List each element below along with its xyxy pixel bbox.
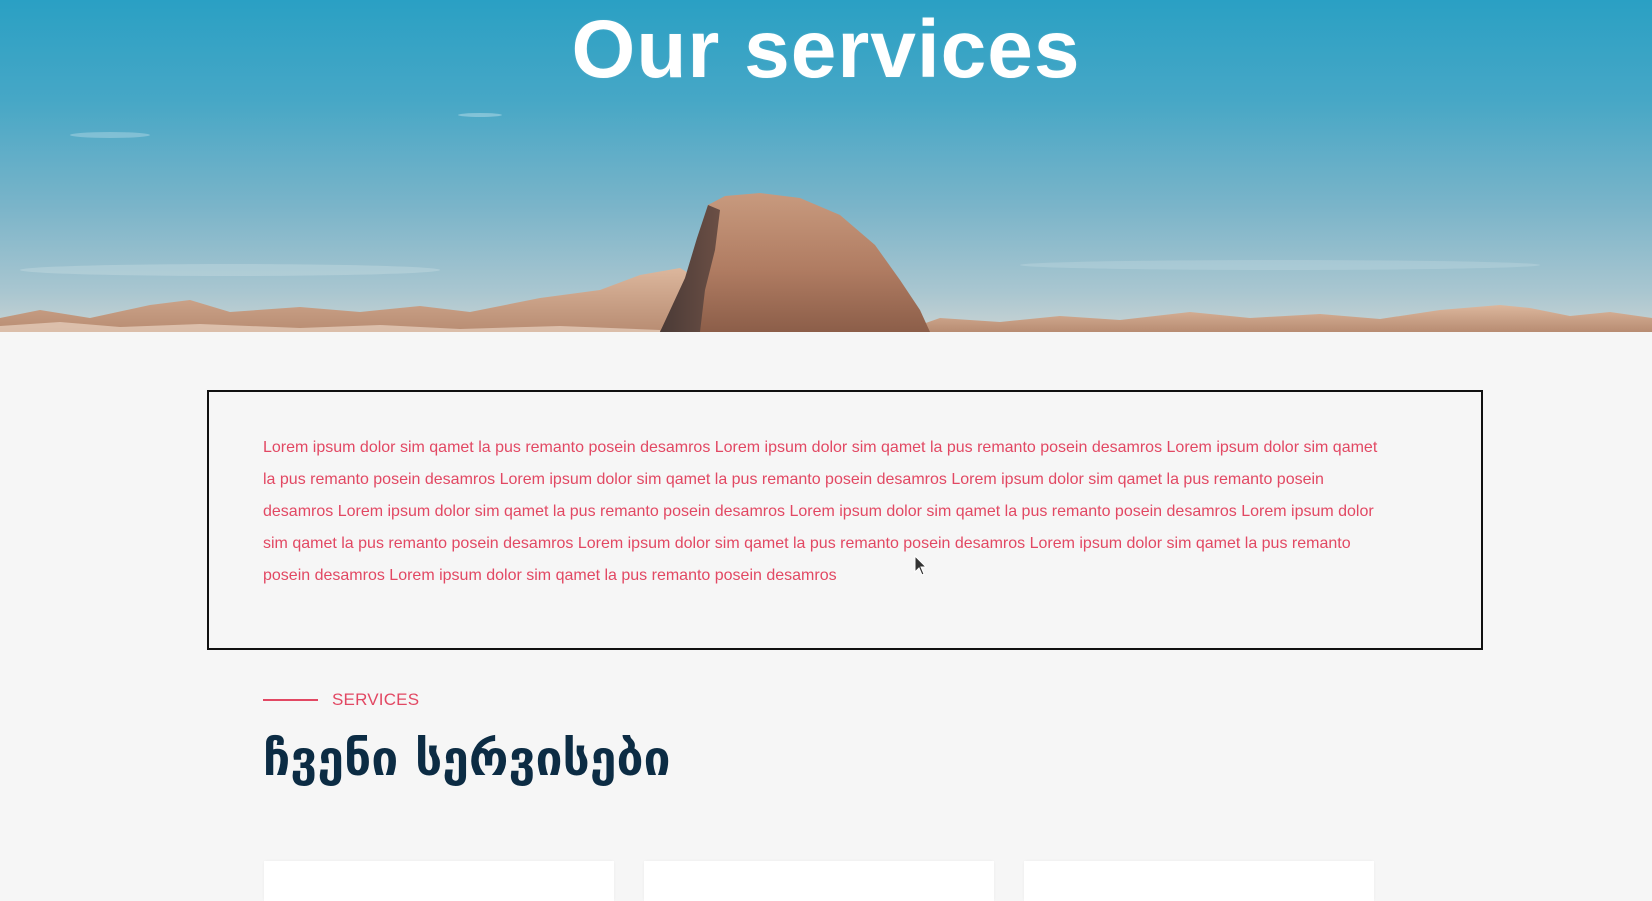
eyebrow-divider	[263, 699, 318, 701]
services-heading: ჩვენი სერვისები	[263, 731, 671, 787]
intro-box: Lorem ipsum dolor sim qamet la pus reman…	[207, 390, 1483, 650]
service-card[interactable]	[1024, 861, 1374, 901]
services-eyebrow: SERVICES	[263, 688, 419, 712]
page-title: Our services	[571, 4, 1081, 95]
hero-banner: Our services	[0, 0, 1652, 332]
service-card[interactable]	[644, 861, 994, 901]
service-card[interactable]	[264, 861, 614, 901]
intro-text: Lorem ipsum dolor sim qamet la pus reman…	[263, 439, 1378, 584]
mouse-cursor-icon	[914, 555, 928, 576]
services-eyebrow-label: SERVICES	[332, 690, 420, 709]
